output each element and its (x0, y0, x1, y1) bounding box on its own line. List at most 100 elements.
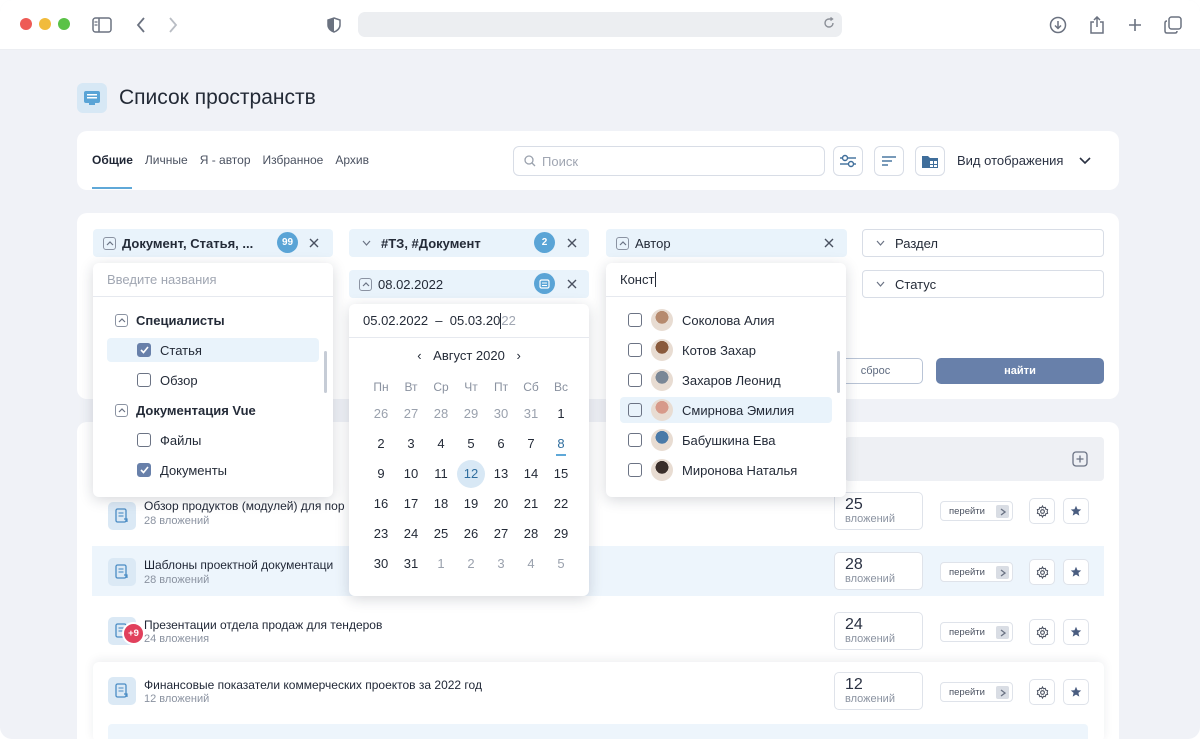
scrollbar[interactable] (837, 351, 840, 393)
calendar-day[interactable]: 27 (399, 402, 423, 426)
date-range-input[interactable]: 05.02.2022 – 05.03.20 22 (349, 304, 589, 338)
tab-personal[interactable]: Личные (145, 153, 188, 167)
row-favorite-button[interactable] (1063, 619, 1089, 645)
next-month-icon[interactable]: › (516, 348, 520, 363)
calendar-day[interactable]: 12 (457, 460, 485, 488)
filter-author-chip[interactable]: Автор (606, 229, 847, 257)
filter-date-chip[interactable]: 08.02.2022 (349, 270, 589, 298)
calendar-day[interactable]: 9 (369, 462, 393, 486)
calendar-day[interactable]: 31 (399, 552, 423, 576)
view-mode-button[interactable] (915, 146, 945, 176)
type-option-review[interactable]: Обзор (107, 368, 319, 392)
calendar-day[interactable]: 13 (489, 462, 513, 486)
calendar-icon[interactable] (534, 273, 555, 294)
checkbox-unchecked[interactable] (628, 343, 642, 357)
row-title[interactable]: Финансовые показатели коммерческих проек… (144, 678, 482, 692)
calendar-day[interactable]: 26 (369, 402, 393, 426)
calendar-day[interactable]: 18 (429, 492, 453, 516)
prev-month-icon[interactable]: ‹ (417, 348, 421, 363)
back-icon[interactable] (130, 14, 152, 36)
author-option[interactable]: Захаров Леонид (620, 367, 832, 393)
tab-favorites[interactable]: Избранное (263, 153, 324, 167)
row-favorite-button[interactable] (1063, 559, 1089, 585)
filter-status-dropdown[interactable]: Статус (862, 270, 1104, 298)
row-title[interactable]: Презентации отдела продаж для тендеров (144, 618, 382, 632)
filter-settings-button[interactable] (833, 146, 863, 176)
maximize-window-button[interactable] (58, 18, 70, 30)
author-search-input[interactable]: Конст (606, 263, 846, 297)
checkbox-unchecked[interactable] (628, 433, 642, 447)
author-option[interactable]: Соколова Алия (620, 307, 832, 333)
checkbox-unchecked[interactable] (628, 463, 642, 477)
type-option-article[interactable]: Статья (107, 338, 319, 362)
calendar-day[interactable]: 30 (369, 552, 393, 576)
calendar-day[interactable]: 26 (459, 522, 483, 546)
row-settings-button[interactable] (1029, 619, 1055, 645)
row-title[interactable]: Обзор продуктов (модулей) для пор (144, 499, 345, 513)
calendar-day[interactable]: 28 (519, 522, 543, 546)
clear-date-filter-icon[interactable] (565, 277, 579, 291)
table-row[interactable]: Финансовые показатели коммерческих проек… (92, 672, 1104, 722)
calendar-day[interactable]: 5 (549, 552, 573, 576)
goto-button[interactable]: перейти (940, 622, 1013, 642)
row-settings-button[interactable] (1029, 679, 1055, 705)
add-icon[interactable] (1072, 451, 1088, 467)
calendar-day[interactable]: 31 (519, 402, 543, 426)
calendar-day[interactable]: 8 (549, 432, 573, 456)
calendar-day[interactable]: 1 (429, 552, 453, 576)
type-search-input[interactable]: Введите названия (93, 263, 333, 297)
goto-button[interactable]: перейти (940, 682, 1013, 702)
close-window-button[interactable] (20, 18, 32, 30)
calendar-day[interactable]: 16 (369, 492, 393, 516)
row-favorite-button[interactable] (1063, 679, 1089, 705)
tab-common[interactable]: Общие (92, 153, 133, 167)
calendar-day[interactable]: 1 (549, 402, 573, 426)
calendar-day[interactable]: 25 (429, 522, 453, 546)
calendar-day[interactable]: 7 (519, 432, 543, 456)
minimize-window-button[interactable] (39, 18, 51, 30)
share-icon[interactable] (1086, 14, 1108, 36)
checkbox-checked[interactable] (137, 463, 151, 477)
tab-my-author[interactable]: Я - автор (200, 153, 251, 167)
reload-icon[interactable] (822, 16, 836, 35)
row-favorite-button[interactable] (1063, 498, 1089, 524)
checkbox-checked[interactable] (137, 343, 151, 357)
calendar-day[interactable]: 2 (459, 552, 483, 576)
goto-button[interactable]: перейти (940, 562, 1013, 582)
calendar-day[interactable]: 29 (459, 402, 483, 426)
scrollbar[interactable] (324, 351, 327, 393)
calendar-day[interactable]: 24 (399, 522, 423, 546)
filter-section-dropdown[interactable]: Раздел (862, 229, 1104, 257)
forward-icon[interactable] (162, 14, 184, 36)
calendar-day[interactable]: 27 (489, 522, 513, 546)
checkbox-unchecked[interactable] (628, 403, 642, 417)
row-settings-button[interactable] (1029, 498, 1055, 524)
author-option[interactable]: Миронова Наталья (620, 457, 832, 483)
author-option[interactable]: Котов Захар (620, 337, 832, 363)
type-group-vue-docs[interactable]: Документация Vue (115, 403, 256, 418)
filter-type-chip[interactable]: Документ, Статья, ... 99 (93, 229, 333, 257)
calendar-day[interactable]: 2 (369, 432, 393, 456)
shield-icon[interactable] (323, 14, 345, 36)
filter-tags-chip[interactable]: #ТЗ, #Документ 2 (349, 229, 589, 257)
clear-author-filter-icon[interactable] (822, 236, 836, 250)
sidebar-toggle-icon[interactable] (91, 14, 113, 36)
calendar-day[interactable]: 10 (399, 462, 423, 486)
find-button[interactable]: найти (936, 358, 1104, 384)
clear-type-filter-icon[interactable] (307, 236, 321, 250)
calendar-day[interactable]: 29 (549, 522, 573, 546)
address-bar[interactable] (358, 12, 842, 37)
calendar-day[interactable]: 22 (549, 492, 573, 516)
calendar-day[interactable]: 5 (459, 432, 483, 456)
checkbox-unchecked[interactable] (137, 433, 151, 447)
calendar-day[interactable]: 15 (549, 462, 573, 486)
table-row[interactable]: +9 Презентации отдела продаж для тендеро… (92, 612, 1104, 662)
calendar-day[interactable]: 11 (429, 462, 453, 486)
table-row[interactable]: Обзор продуктов (модулей) для пор 28 вло… (92, 492, 1104, 542)
calendar-day[interactable]: 3 (399, 432, 423, 456)
calendar-day[interactable]: 28 (429, 402, 453, 426)
checkbox-unchecked[interactable] (137, 373, 151, 387)
calendar-day[interactable]: 6 (489, 432, 513, 456)
table-row[interactable]: Шаблоны проектной документаци 28 вложени… (92, 546, 1104, 596)
calendar-day[interactable]: 23 (369, 522, 393, 546)
